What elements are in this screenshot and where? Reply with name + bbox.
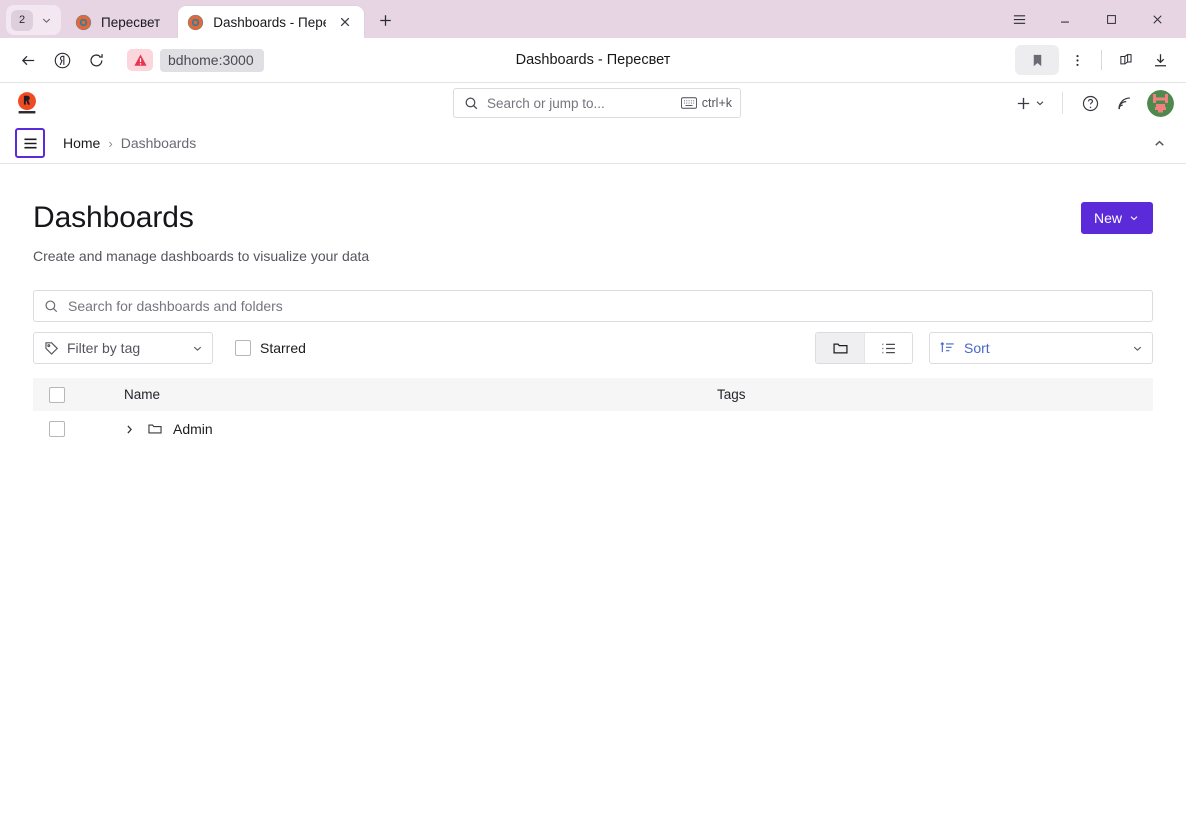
column-header-tags[interactable]: Tags: [717, 387, 1137, 402]
reload-icon[interactable]: [80, 44, 112, 76]
url-bar[interactable]: bdhome:3000: [122, 45, 270, 75]
window-controls: [996, 0, 1180, 38]
chevron-down-icon: [191, 342, 204, 355]
page-content: Search or jump to... ctrl+k Home › Dashb…: [0, 82, 1186, 823]
chevron-up-icon[interactable]: [1144, 128, 1174, 158]
dashboards-page: Dashboards Create and manage dashboards …: [0, 164, 1186, 823]
close-icon[interactable]: [1134, 1, 1180, 37]
page-subtitle: Create and manage dashboards to visualiz…: [33, 248, 370, 264]
list-view-button[interactable]: [864, 333, 912, 363]
grafana-topbar: Search or jump to... ctrl+k: [0, 83, 1186, 123]
browser-window: 2 Пересвет Dashboards - Пер bdhome:3000 …: [0, 0, 1186, 823]
browser-toolbar: bdhome:3000 Dashboards - Пересвет: [0, 38, 1186, 82]
filter-by-tag-dropdown[interactable]: Filter by tag: [33, 332, 213, 364]
tab-title: Пересвет: [101, 14, 161, 30]
select-all-checkbox[interactable]: [49, 386, 65, 403]
chevron-down-icon: [1034, 97, 1046, 109]
chevron-down-icon: [1128, 212, 1140, 224]
url-text[interactable]: bdhome:3000: [160, 48, 264, 72]
search-icon: [44, 299, 59, 314]
user-avatar[interactable]: [1147, 89, 1174, 117]
browser-titlebar: 2 Пересвет Dashboards - Пер: [0, 0, 1186, 38]
dashboards-table: Name Tags Admin: [33, 378, 1153, 447]
toolbar-right-actions: [1015, 44, 1176, 76]
minimize-icon[interactable]: [1042, 1, 1088, 37]
chevron-down-icon[interactable]: [35, 8, 57, 32]
tag-icon: [44, 341, 59, 356]
grafana-favicon: [187, 14, 204, 31]
keyboard-icon: [680, 97, 697, 109]
toolbar-divider: [1101, 50, 1102, 70]
help-circle-icon[interactable]: [1075, 88, 1105, 118]
grafana-favicon: [75, 14, 92, 31]
yandex-icon[interactable]: [46, 44, 78, 76]
search-placeholder: Search for dashboards and folders: [68, 298, 283, 314]
sort-dropdown[interactable]: Sort: [929, 332, 1153, 364]
new-dashboard-button[interactable]: New: [1080, 202, 1153, 234]
row-checkbox[interactable]: [49, 421, 65, 437]
grafana-logo[interactable]: [12, 88, 42, 118]
chevron-down-icon: [1131, 342, 1144, 355]
select-all-checkbox-cell: [49, 386, 97, 403]
table-header: Name Tags: [33, 378, 1153, 411]
grafana-breadcrumb-bar: Home › Dashboards: [0, 123, 1186, 164]
bookmark-icon[interactable]: [1015, 45, 1059, 75]
breadcrumb-item-dashboards[interactable]: Dashboards: [121, 135, 197, 151]
search-shortcut-text: ctrl+k: [701, 96, 732, 110]
breadcrumb-separator: ›: [108, 135, 113, 151]
search-icon: [464, 96, 479, 111]
tab-group-count: 2: [11, 9, 33, 31]
sort-label: Sort: [964, 340, 990, 356]
global-search-placeholder: Search or jump to...: [487, 95, 605, 111]
search-shortcut-hint: ctrl+k: [680, 96, 732, 110]
filter-by-tag-label: Filter by tag: [67, 340, 141, 356]
row-name-cell: Admin: [97, 421, 717, 437]
search-row: Search for dashboards and folders: [33, 290, 1153, 322]
rss-feed-icon[interactable]: [1109, 88, 1139, 118]
page-header: Dashboards Create and manage dashboards …: [33, 164, 1153, 264]
row-folder-name[interactable]: Admin: [173, 421, 213, 437]
browser-tab-1[interactable]: Пересвет: [61, 6, 178, 38]
global-search-input[interactable]: Search or jump to... ctrl+k: [453, 88, 741, 118]
hamburger-menu-icon[interactable]: [15, 128, 45, 158]
back-arrow-icon[interactable]: [12, 44, 44, 76]
warning-triangle-icon[interactable]: [127, 49, 153, 71]
page-title: Dashboards: [33, 201, 194, 234]
starred-label: Starred: [260, 340, 306, 356]
filter-row: Filter by tag Starred Sort: [33, 332, 1153, 364]
extensions-icon[interactable]: [1110, 44, 1142, 76]
row-checkbox-cell: [49, 421, 97, 437]
tab-title: Dashboards - Пересвет: [213, 14, 326, 30]
new-button-label: New: [1093, 210, 1122, 226]
sort-amount-icon: [940, 340, 956, 356]
plus-icon: [1015, 95, 1032, 112]
more-vertical-icon[interactable]: [1061, 44, 1093, 76]
folder-icon: [147, 421, 163, 437]
close-icon[interactable]: [335, 12, 355, 32]
create-new-button[interactable]: [1011, 88, 1050, 118]
maximize-icon[interactable]: [1088, 1, 1134, 37]
breadcrumb-item-home[interactable]: Home: [63, 135, 100, 151]
breadcrumb: Home › Dashboards: [63, 135, 196, 151]
chevron-right-icon[interactable]: [121, 421, 137, 437]
column-header-name[interactable]: Name: [97, 387, 717, 402]
grafana-topbar-actions: [1011, 88, 1174, 118]
view-mode-toggle: [815, 332, 913, 364]
tab-group-chip[interactable]: 2: [6, 5, 61, 35]
download-icon[interactable]: [1144, 44, 1176, 76]
starred-filter[interactable]: Starred: [235, 340, 306, 356]
hamburger-icon[interactable]: [996, 1, 1042, 37]
table-row[interactable]: Admin: [33, 411, 1153, 447]
new-tab-button[interactable]: [370, 5, 400, 35]
folder-view-button[interactable]: [816, 333, 864, 363]
browser-tab-2-active[interactable]: Dashboards - Пересвет: [178, 6, 365, 38]
search-input[interactable]: Search for dashboards and folders: [33, 290, 1153, 322]
topbar-divider: [1062, 92, 1063, 114]
starred-checkbox[interactable]: [235, 340, 251, 356]
